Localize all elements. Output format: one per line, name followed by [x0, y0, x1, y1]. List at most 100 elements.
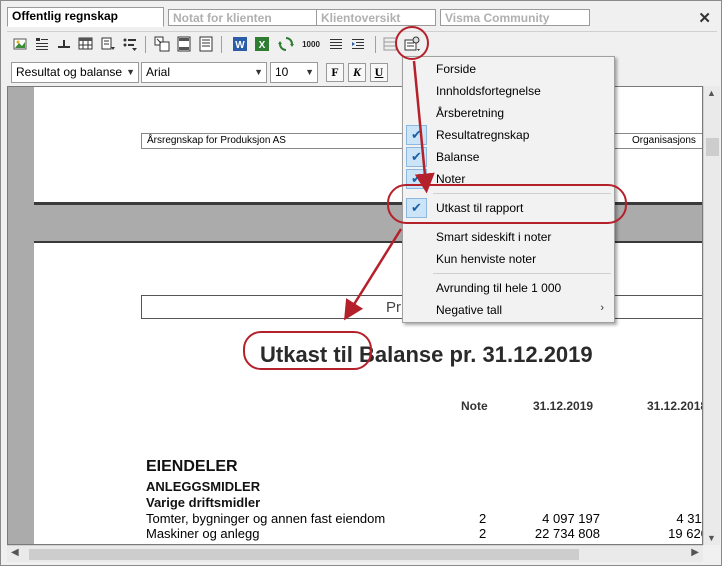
- italic-button[interactable]: K: [348, 63, 366, 82]
- bullet-list-icon[interactable]: [121, 35, 139, 53]
- horizontal-scrollbar[interactable]: ◀ ▶: [7, 545, 703, 562]
- menu-item-label: Negative tall: [436, 303, 503, 317]
- table-row: Maskiner og anlegg 2 22 734 808 19 620 9…: [146, 526, 702, 542]
- menu-item-avrunding[interactable]: Avrunding til hele 1 000: [403, 277, 614, 299]
- menu-item-label: Smart sideskift i noter: [436, 230, 552, 244]
- menu-item-smart-sideskift[interactable]: Smart sideskift i noter: [403, 226, 614, 248]
- menu-item-innholdsfortegnelse[interactable]: Innholdsfortegnelse: [403, 80, 614, 102]
- page-header-left: Årsregnskap for Produksjon AS: [147, 135, 286, 146]
- toolbar-separator: [145, 36, 146, 53]
- menu-item-label: Balanse: [436, 150, 480, 164]
- tab-notat-for-klienten[interactable]: Notat for klienten: [168, 9, 318, 26]
- toolbar-separator: [375, 36, 376, 53]
- word-export-icon[interactable]: W: [231, 35, 249, 53]
- style-select[interactable]: Resultat og balanse ▼: [11, 62, 139, 83]
- bold-button[interactable]: F: [326, 63, 344, 82]
- main-toolbar: W X 1000: [7, 31, 717, 57]
- row-note: 2: [479, 526, 487, 541]
- scrollbar-corner: [703, 545, 720, 562]
- column-header-2019: 31.12.2019: [533, 399, 594, 413]
- menu-item-balanse[interactable]: ✔ Balanse: [403, 146, 614, 168]
- align-icon[interactable]: [327, 35, 345, 53]
- section-heading-varige-driftsmidler: Varige driftsmidler: [146, 495, 261, 510]
- row-value-2018: 4 311 55: [676, 511, 702, 526]
- svg-text:X: X: [259, 40, 266, 51]
- checkmark-icon: ✔: [406, 147, 427, 167]
- menu-item-label: Innholdsfortegnelse: [436, 84, 541, 98]
- column-header-2018: 31.12.2018: [647, 399, 703, 413]
- column-header-note: Note: [461, 399, 488, 413]
- row-value-2018: 19 620 90: [668, 526, 702, 541]
- report-window: Offentlig regnskap Notat for klienten Kl…: [0, 0, 722, 566]
- indent-icon[interactable]: [349, 35, 367, 53]
- style-select-value: Resultat og balanse: [16, 65, 123, 79]
- menu-item-label: Utkast til rapport: [436, 201, 524, 215]
- section-heading-anleggsmidler: ANLEGGSMIDLER: [146, 479, 261, 494]
- chevron-down-icon: ▼: [126, 67, 135, 77]
- insert-image-button[interactable]: [11, 35, 29, 53]
- row-value-2019: 22 734 808: [534, 526, 600, 541]
- chevron-down-icon: ▼: [254, 67, 263, 77]
- font-select-value: Arial: [146, 65, 171, 79]
- scroll-up-icon[interactable]: ▲: [707, 88, 716, 98]
- menu-item-label: Resultatregnskap: [436, 128, 530, 142]
- section-heading-eiendeler: EIENDELER: [146, 458, 238, 475]
- chevron-down-icon: ▼: [305, 67, 314, 77]
- menu-item-forside[interactable]: Forside: [403, 58, 614, 80]
- menu-item-label: Årsberetning: [436, 106, 505, 120]
- scroll-down-icon[interactable]: ▼: [707, 533, 716, 543]
- row-label: Tomter, bygninger og annen fast eiendom: [146, 511, 386, 526]
- menu-item-label: Kun henviste noter: [436, 252, 537, 266]
- table-row: Tomter, bygninger og annen fast eiendom …: [146, 511, 702, 527]
- menu-item-label: Noter: [436, 172, 466, 186]
- menu-separator: [433, 222, 611, 223]
- checkmark-icon: ✔: [406, 198, 427, 218]
- grid-icon[interactable]: [381, 35, 399, 53]
- checkmark-icon: ✔: [406, 169, 427, 189]
- excel-export-icon[interactable]: X: [253, 35, 271, 53]
- menu-item-label: Forside: [436, 62, 477, 76]
- tab-offentlig-regnskap[interactable]: Offentlig regnskap: [7, 7, 164, 27]
- underline-button[interactable]: U: [370, 63, 388, 82]
- menu-item-utkast-til-rapport[interactable]: ✔ Utkast til rapport: [403, 197, 614, 219]
- document-dropdown-icon[interactable]: [99, 35, 117, 53]
- tab-visma-community[interactable]: Visma Community: [440, 9, 590, 26]
- menu-separator: [433, 193, 611, 194]
- header-footer-icon[interactable]: [175, 35, 193, 53]
- report-options-menu: Forside Innholdsfortegnelse Årsberetning…: [402, 56, 615, 323]
- menu-item-kun-henviste-noter[interactable]: Kun henviste noter: [403, 248, 614, 270]
- close-icon[interactable]: ✕: [698, 9, 711, 27]
- report-settings-icon[interactable]: [403, 35, 421, 53]
- toolbar-separator: [221, 36, 222, 53]
- refresh-icon[interactable]: [277, 35, 295, 53]
- size-select-value: 10: [275, 65, 289, 79]
- scroll-right-icon[interactable]: ▶: [691, 547, 699, 558]
- scroll-thumb[interactable]: [706, 138, 719, 156]
- page-header-right: Organisasjons: [632, 135, 696, 146]
- menu-item-noter[interactable]: ✔ Noter: [403, 168, 614, 190]
- menu-item-arsberetning[interactable]: Årsberetning: [403, 102, 614, 124]
- thousand-rounding-button[interactable]: 1000: [299, 35, 323, 53]
- row-label: Maskiner og anlegg: [146, 526, 260, 541]
- checkmark-icon: ✔: [406, 125, 427, 145]
- chevron-right-icon: ›: [600, 302, 604, 314]
- scroll-thumb[interactable]: [29, 549, 579, 560]
- size-select[interactable]: 10 ▼: [270, 62, 318, 83]
- menu-item-label: Avrunding til hele 1 000: [436, 281, 562, 295]
- insert-line-icon[interactable]: [55, 35, 73, 53]
- row-value-2019: 4 097 197: [542, 511, 600, 526]
- layout-icon[interactable]: [153, 35, 171, 53]
- svg-text:W: W: [235, 40, 245, 51]
- tab-klientoversikt[interactable]: Klientoversikt: [316, 9, 436, 26]
- menu-item-resultatregnskap[interactable]: ✔ Resultatregnskap: [403, 124, 614, 146]
- menu-item-negative-tall[interactable]: Negative tall ›: [403, 299, 614, 321]
- vertical-scrollbar[interactable]: ▲ ▼: [703, 86, 720, 545]
- tab-strip: Offentlig regnskap Notat for klienten Kl…: [7, 7, 717, 27]
- font-select[interactable]: Arial ▼: [141, 62, 267, 83]
- menu-separator: [433, 273, 611, 274]
- report-title: Utkast til Balanse pr. 31.12.2019: [260, 342, 593, 367]
- list-icon[interactable]: [33, 35, 51, 53]
- page-icon[interactable]: [197, 35, 215, 53]
- table-icon[interactable]: [77, 35, 95, 53]
- scroll-left-icon[interactable]: ◀: [11, 547, 19, 558]
